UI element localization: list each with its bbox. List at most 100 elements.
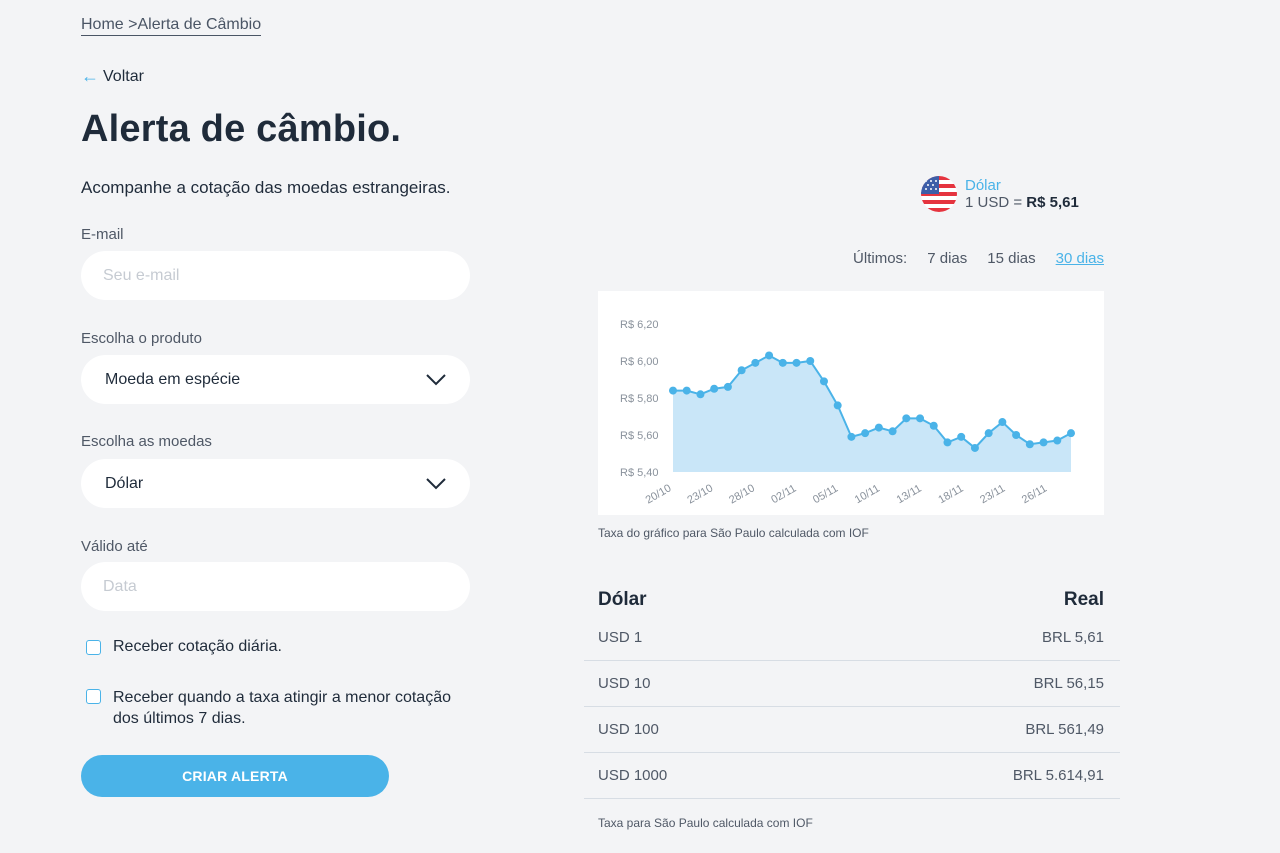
data-point (998, 418, 1007, 427)
data-point (943, 438, 952, 447)
data-point (902, 414, 911, 423)
data-point (723, 382, 732, 391)
table-note: Taxa para São Paulo calculada com IOF (598, 816, 813, 830)
table-row: USD 1 BRL 5,61 (584, 615, 1120, 661)
breadcrumb-home-link[interactable]: Home (81, 16, 124, 33)
email-input[interactable] (101, 265, 450, 286)
data-point (833, 401, 842, 410)
data-point (1039, 438, 1048, 447)
data-point (1012, 431, 1021, 439)
date-field-wrapper (81, 562, 470, 611)
x-tick-label: 05/11 (811, 483, 840, 507)
data-point (929, 421, 938, 430)
rate-chart-svg: R$ 6,20 R$ 6,00 R$ 5,80 R$ 5,60 R$ 5,40 20/10… (620, 319, 1075, 507)
currency-name: Dólar (965, 177, 1001, 194)
x-tick-label: 10/11 (853, 483, 882, 507)
table-row: USD 100 BRL 561,49 (584, 707, 1120, 753)
table-cell-brl: BRL 5.614,91 (1012, 767, 1104, 784)
data-point (861, 429, 870, 438)
data-point (984, 429, 993, 438)
us-flag-icon (921, 176, 957, 212)
daily-quote-checkbox[interactable] (86, 640, 101, 655)
lowest-rate-option: Receber quando a taxa atingir a menor co… (86, 687, 451, 729)
y-tick-label: R$ 6,00 (620, 356, 659, 368)
table-cell-brl: BRL 5,61 (1042, 629, 1104, 646)
product-label: Escolha o produto (81, 330, 202, 347)
lowest-rate-label-line2: dos últimos 7 dias. (113, 710, 246, 727)
lowest-rate-checkbox[interactable] (86, 689, 101, 704)
table-header-brl: Real (1063, 589, 1104, 610)
currency-rate: 1 USD = R$ 5,61 (965, 194, 1079, 211)
data-point (970, 443, 979, 452)
data-point (874, 423, 883, 432)
period-15-days[interactable]: 15 dias (987, 250, 1035, 267)
data-point (778, 358, 787, 367)
create-alert-button[interactable]: CRIAR ALERTA (81, 755, 389, 797)
currency-select[interactable]: Dólar (81, 459, 470, 508)
chart-note: Taxa do gráfico para São Paulo calculada… (598, 526, 869, 540)
chevron-down-icon (426, 373, 446, 385)
y-tick-label: R$ 5,80 (620, 393, 659, 405)
x-tick-label: 02/11 (769, 483, 798, 507)
data-point (819, 377, 828, 386)
currency-select-value: Dólar (105, 474, 144, 492)
currency-card: Dólar 1 USD = R$ 5,61 (921, 176, 1079, 212)
currency-rate-prefix: 1 USD = (965, 194, 1023, 211)
x-tick-label: 26/11 (1020, 483, 1049, 507)
table-cell-usd: USD 10 (598, 675, 651, 692)
product-select-value: Moeda em espécie (105, 370, 241, 388)
table-header-usd: Dólar (598, 589, 647, 610)
period-30-days[interactable]: 30 dias (1056, 250, 1104, 267)
area-fill (673, 355, 1071, 472)
x-tick-label: 20/10 (644, 482, 674, 506)
table-row: USD 10 BRL 56,15 (584, 661, 1120, 707)
data-point (1067, 429, 1075, 438)
valid-until-label: Válido até (81, 538, 148, 555)
x-tick-label: 28/10 (727, 482, 757, 506)
data-point (710, 384, 719, 393)
period-label: Últimos: (853, 250, 908, 267)
currency-label: Escolha as moedas (81, 433, 212, 450)
breadcrumb: Home >Alerta de Câmbio (81, 16, 262, 36)
x-tick-label: 18/11 (936, 483, 965, 507)
page-subtitle: Acompanhe a cotação das moedas estrangei… (81, 178, 451, 197)
data-point (1025, 440, 1034, 449)
data-point (806, 357, 815, 365)
data-point (751, 358, 760, 367)
data-point (916, 414, 925, 423)
y-tick-label: R$ 5,60 (620, 430, 659, 442)
lowest-rate-label: Receber quando a taxa atingir a menor co… (113, 687, 451, 729)
date-input[interactable] (101, 576, 450, 597)
daily-quote-label: Receber cotação diária. (113, 638, 282, 655)
data-point (737, 366, 746, 375)
conversion-table: Dólar Real USD 1 BRL 5,61 USD 10 BRL 56,… (584, 585, 1120, 799)
table-cell-usd: USD 1 (598, 629, 643, 646)
table-cell-usd: USD 1000 (598, 767, 668, 784)
data-point (696, 390, 705, 399)
data-point (957, 432, 966, 441)
y-tick-label: R$ 5,40 (620, 467, 659, 479)
chevron-down-icon (426, 477, 446, 489)
page-title: Alerta de câmbio. (81, 108, 402, 150)
table-cell-brl: BRL 56,15 (1033, 675, 1104, 692)
x-tick-label: 13/11 (895, 483, 924, 507)
back-link[interactable]: ← Voltar (81, 66, 144, 87)
period-7-days[interactable]: 7 dias (927, 250, 967, 267)
data-point (888, 427, 897, 436)
data-point (847, 432, 856, 441)
breadcrumb-current[interactable]: Alerta de Câmbio (137, 16, 261, 33)
lowest-rate-label-line1: Receber quando a taxa atingir a menor co… (113, 689, 451, 706)
table-header: Dólar Real (584, 585, 1120, 615)
daily-quote-option: Receber cotação diária. (86, 638, 282, 656)
currency-rate-value: R$ 5,61 (1026, 194, 1079, 211)
period-selector: Últimos: 7 dias 15 dias 30 dias (853, 250, 1104, 267)
email-label: E-mail (81, 226, 124, 243)
x-tick-label: 23/10 (685, 482, 715, 506)
product-select[interactable]: Moeda em espécie (81, 355, 470, 404)
data-point (1053, 436, 1062, 445)
data-point (682, 386, 691, 395)
arrow-left-icon: ← (81, 66, 99, 86)
table-row: USD 1000 BRL 5.614,91 (584, 753, 1120, 799)
email-field-wrapper (81, 251, 470, 300)
data-point (792, 358, 801, 367)
